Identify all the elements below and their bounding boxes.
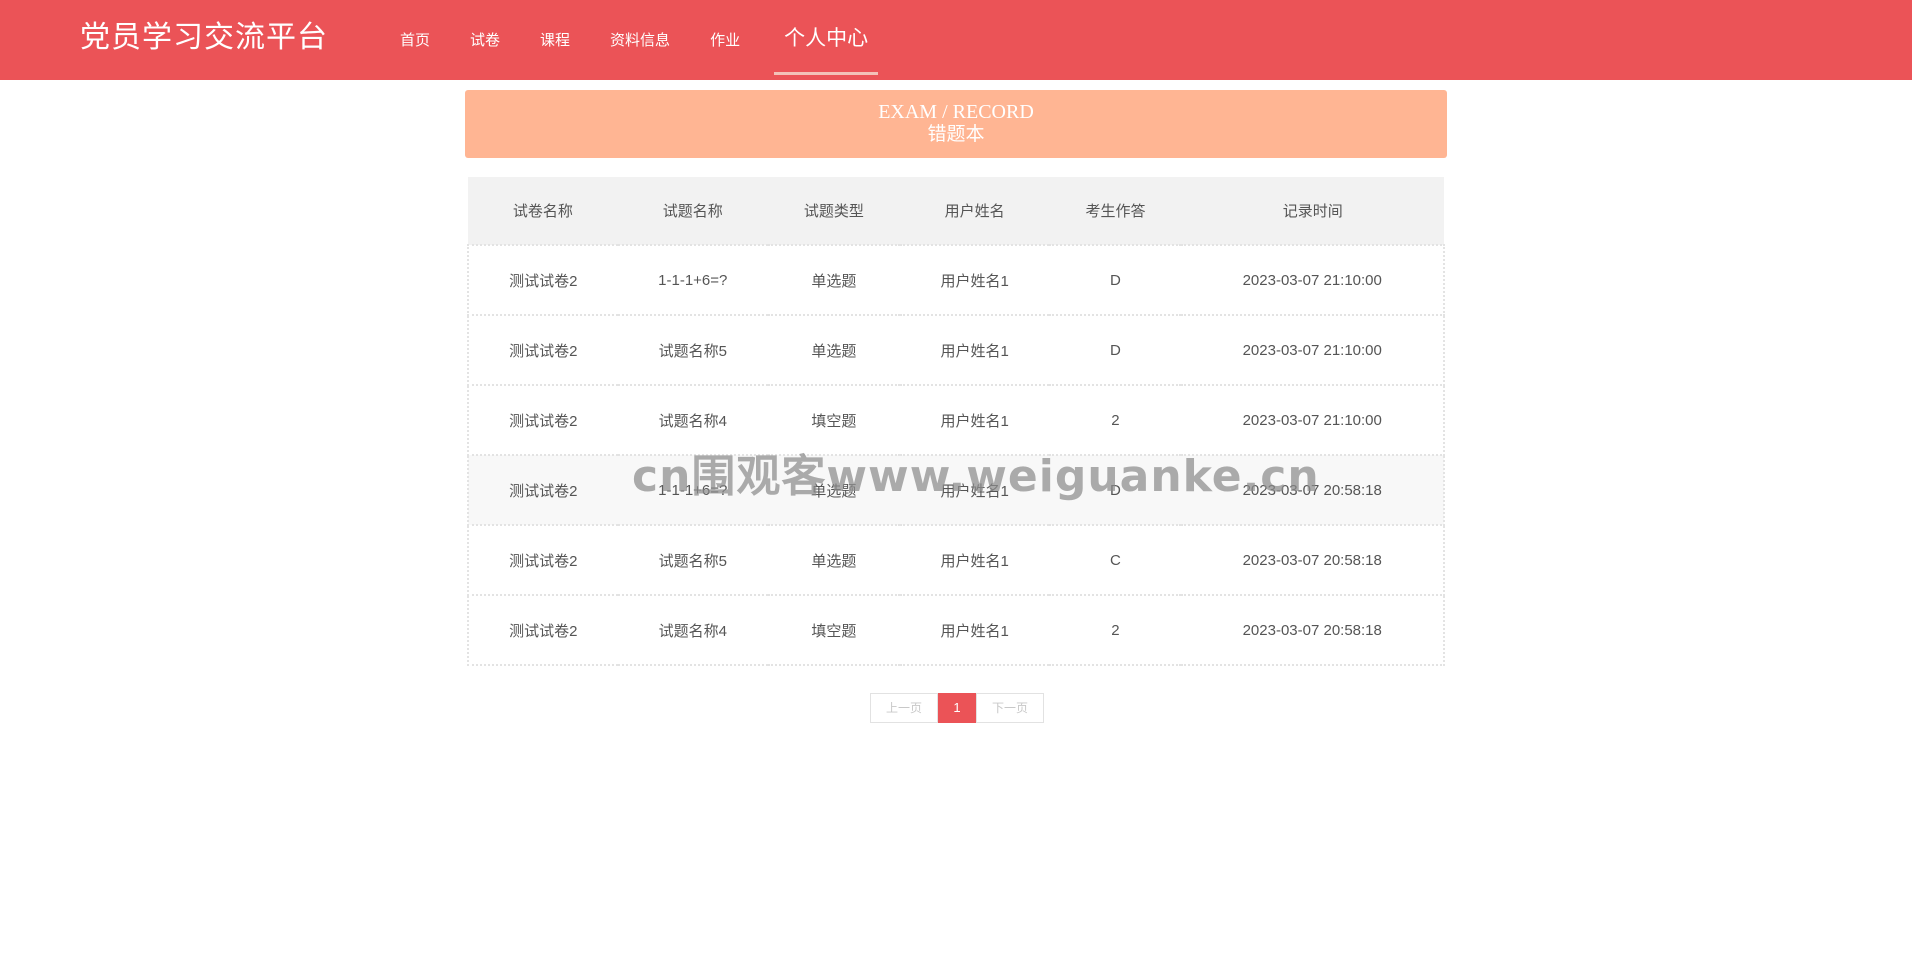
cell-record-time: 2023-03-07 21:10:00 xyxy=(1181,314,1445,386)
page-number-current[interactable]: 1 xyxy=(938,693,977,723)
pagination: 上一页 1 下一页 xyxy=(870,693,1045,723)
cell-exam-name: 测试试卷2 xyxy=(467,384,618,456)
cell-answer: D xyxy=(1049,454,1182,526)
cell-question-type: 填空题 xyxy=(767,384,900,456)
table-row[interactable]: 测试试卷2 试题名称4 填空题 用户姓名1 2 2023-03-07 21:10… xyxy=(467,384,1445,456)
header-record-time: 记录时间 xyxy=(1282,203,1343,220)
prev-page-button[interactable]: 上一页 xyxy=(870,693,939,723)
cell-user-name: 用户姓名1 xyxy=(899,244,1050,316)
table-row[interactable]: 测试试卷2 1-1-1+6=? 单选题 用户姓名1 D 2023-03-07 2… xyxy=(467,454,1445,526)
cell-question-name: 试题名称5 xyxy=(617,314,768,386)
cell-answer: C xyxy=(1049,524,1182,596)
cell-question-type: 单选题 xyxy=(767,454,900,526)
table-row[interactable]: 测试试卷2 1-1-1+6=? 单选题 用户姓名1 D 2023-03-07 2… xyxy=(467,244,1445,316)
cell-question-type: 填空题 xyxy=(767,594,900,666)
cell-record-time: 2023-03-07 20:58:18 xyxy=(1181,594,1445,666)
nav-item-personal-center[interactable]: 个人中心 xyxy=(774,0,879,80)
wrong-answers-table-container: 试卷名称 试题名称 试题类型 用户姓名 考生作答 记录时间 测试试卷2 1-1-… xyxy=(467,177,1445,666)
nav-item-materials[interactable]: 资料信息 xyxy=(590,0,690,80)
cell-user-name: 用户姓名1 xyxy=(899,524,1050,596)
header-user-name: 用户姓名 xyxy=(944,203,1005,220)
header-answer: 考生作答 xyxy=(1085,203,1146,220)
header-question-name: 试题名称 xyxy=(662,203,723,220)
page-title: 错题本 xyxy=(927,124,985,145)
cell-record-time: 2023-03-07 20:58:18 xyxy=(1181,524,1445,596)
cell-record-time: 2023-03-07 20:58:18 xyxy=(1181,454,1445,526)
header-question-type: 试题类型 xyxy=(803,203,864,220)
cell-exam-name: 测试试卷2 xyxy=(467,594,618,666)
cell-record-time: 2023-03-07 21:10:00 xyxy=(1181,244,1445,316)
cell-answer: 2 xyxy=(1049,384,1182,456)
cell-answer: D xyxy=(1049,314,1182,386)
cell-question-type: 单选题 xyxy=(767,244,900,316)
cell-user-name: 用户姓名1 xyxy=(899,384,1050,456)
cell-exam-name: 测试试卷2 xyxy=(467,244,618,316)
wrong-answers-table: 试卷名称 试题名称 试题类型 用户姓名 考生作答 记录时间 测试试卷2 1-1-… xyxy=(467,177,1445,666)
nav-item-course[interactable]: 课程 xyxy=(520,0,590,80)
cell-user-name: 用户姓名1 xyxy=(899,314,1050,386)
cell-user-name: 用户姓名1 xyxy=(899,594,1050,666)
next-page-button[interactable]: 下一页 xyxy=(976,693,1045,723)
cell-record-time: 2023-03-07 21:10:00 xyxy=(1181,384,1445,456)
table-row[interactable]: 测试试卷2 试题名称4 填空题 用户姓名1 2 2023-03-07 20:58… xyxy=(467,594,1445,666)
top-navbar: 党员学习交流平台 首页 试卷 课程 资料信息 作业 个人中心 xyxy=(0,0,1912,80)
cell-exam-name: 测试试卷2 xyxy=(467,524,618,596)
nav-item-home[interactable]: 首页 xyxy=(380,0,450,80)
cell-question-name: 试题名称5 xyxy=(617,524,768,596)
nav-item-exam[interactable]: 试卷 xyxy=(450,0,520,80)
cell-question-name: 试题名称4 xyxy=(617,384,768,456)
cell-question-name: 1-1-1+6=? xyxy=(617,454,768,526)
main-nav: 首页 试卷 课程 资料信息 作业 个人中心 xyxy=(380,0,879,80)
cell-exam-name: 测试试卷2 xyxy=(467,454,618,526)
banner-subtitle: EXAM / RECORD xyxy=(878,101,1034,123)
cell-exam-name: 测试试卷2 xyxy=(467,314,618,386)
cell-answer: 2 xyxy=(1049,594,1182,666)
table-row[interactable]: 测试试卷2 试题名称5 单选题 用户姓名1 C 2023-03-07 20:58… xyxy=(467,524,1445,596)
table-header-row: 试卷名称 试题名称 试题类型 用户姓名 考生作答 记录时间 xyxy=(468,177,1444,245)
table-row[interactable]: 测试试卷2 试题名称5 单选题 用户姓名1 D 2023-03-07 21:10… xyxy=(467,314,1445,386)
site-title[interactable]: 党员学习交流平台 xyxy=(80,18,328,58)
cell-user-name: 用户姓名1 xyxy=(899,454,1050,526)
page-banner: EXAM / RECORD 错题本 xyxy=(465,90,1447,158)
cell-question-type: 单选题 xyxy=(767,314,900,386)
cell-question-name: 试题名称4 xyxy=(617,594,768,666)
cell-question-type: 单选题 xyxy=(767,524,900,596)
nav-item-homework[interactable]: 作业 xyxy=(690,0,760,80)
header-exam-name: 试卷名称 xyxy=(512,203,573,220)
cell-question-name: 1-1-1+6=? xyxy=(617,244,768,316)
cell-answer: D xyxy=(1049,244,1182,316)
